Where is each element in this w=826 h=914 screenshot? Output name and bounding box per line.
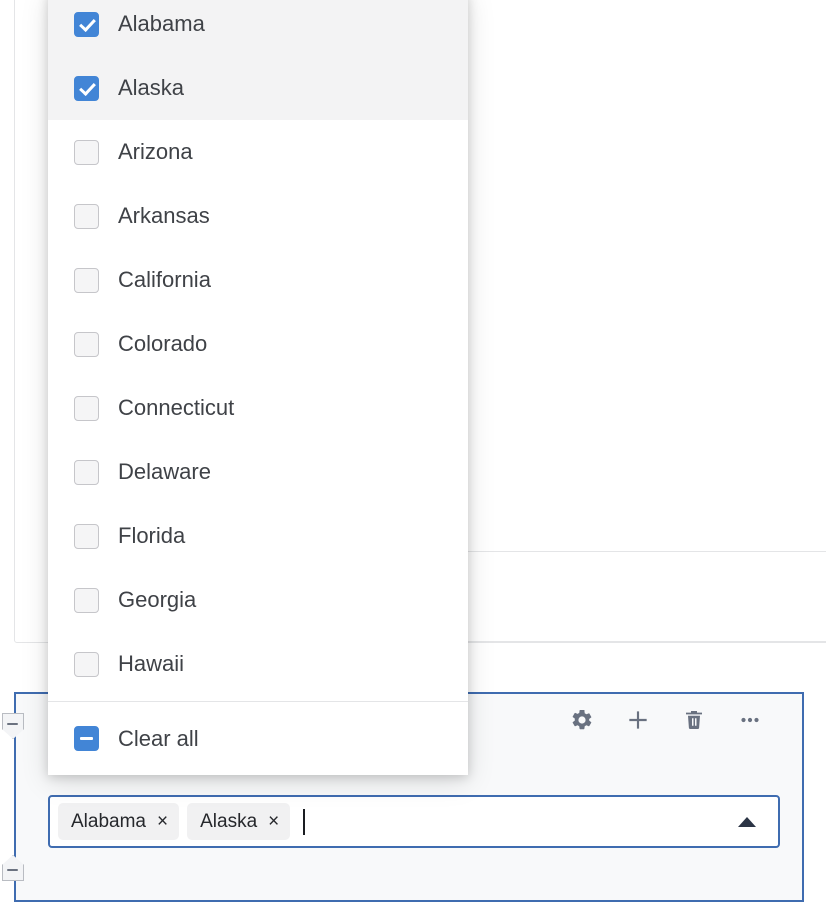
gear-icon [570, 708, 594, 732]
option-label: Florida [118, 523, 186, 548]
trash-icon [682, 708, 706, 732]
dropdown-option-list: Alabama Alaska Arizona Arkansas California Co… [48, 0, 468, 696]
option-label: Delaware [118, 459, 211, 484]
checkbox-unchecked[interactable] [74, 395, 99, 421]
chip-label: Alaska [200, 811, 258, 832]
checkbox-unchecked[interactable] [74, 139, 99, 165]
chip-remove-icon[interactable]: × [268, 812, 279, 831]
caret-up-icon[interactable] [738, 816, 756, 827]
checkbox-unchecked[interactable] [74, 459, 99, 485]
checkbox-unchecked[interactable] [74, 523, 99, 549]
option-label: Arizona [118, 139, 193, 164]
background-divider [468, 641, 826, 642]
checkbox-unchecked[interactable] [74, 203, 99, 229]
option-row[interactable]: Colorado [48, 312, 468, 376]
option-label: California [118, 267, 211, 292]
chip-alabama[interactable]: Alabama × [58, 803, 180, 840]
option-row[interactable]: Connecticut [48, 376, 468, 440]
option-row[interactable]: Georgia [48, 568, 468, 632]
checkbox-unchecked[interactable] [74, 651, 99, 677]
settings-button[interactable] [565, 703, 599, 737]
option-label: Alabama [118, 11, 205, 36]
more-button[interactable] [733, 703, 767, 737]
clear-all-row[interactable]: Clear all [48, 701, 468, 775]
option-row[interactable]: Alaska [48, 56, 468, 120]
option-label: Hawaii [118, 651, 185, 676]
option-label: Georgia [118, 587, 197, 612]
panel-toolbar [565, 700, 790, 740]
chip-label: Alabama [71, 811, 146, 832]
option-label: Alaska [118, 75, 185, 100]
checkbox-checked[interactable] [74, 75, 99, 101]
chip-alaska[interactable]: Alaska × [187, 803, 291, 840]
option-row[interactable]: Alabama [48, 0, 468, 56]
ellipsis-icon [738, 708, 762, 732]
clear-all-label: Clear all [118, 725, 199, 751]
option-row[interactable]: Delaware [48, 440, 468, 504]
option-row[interactable]: Arizona [48, 120, 468, 184]
delete-button[interactable] [677, 703, 711, 737]
option-label: Colorado [118, 331, 208, 356]
option-row[interactable]: California [48, 248, 468, 312]
option-row[interactable]: Hawaii [48, 632, 468, 696]
background-divider [468, 551, 826, 552]
multiselect-search-input[interactable] [305, 806, 738, 837]
option-row[interactable]: Florida [48, 504, 468, 568]
multiselect-input[interactable]: Alabama × Alaska × [48, 795, 780, 848]
chip-remove-icon[interactable]: × [157, 812, 168, 831]
plus-icon [625, 707, 651, 733]
option-row[interactable]: Arkansas [48, 184, 468, 248]
clear-all-checkbox[interactable] [74, 726, 99, 751]
option-label: Connecticut [118, 395, 235, 420]
option-label: Arkansas [118, 203, 210, 228]
dropdown-panel: Alabama Alaska Arizona Arkansas California Co… [48, 0, 468, 775]
app-background: Alabama × Alaska × Alabama Alaska Arizona A… [0, 0, 826, 914]
checkbox-unchecked[interactable] [74, 587, 99, 613]
checkbox-unchecked[interactable] [74, 331, 99, 357]
checkbox-unchecked[interactable] [74, 267, 99, 293]
checkbox-checked[interactable] [74, 11, 99, 37]
add-button[interactable] [621, 703, 655, 737]
